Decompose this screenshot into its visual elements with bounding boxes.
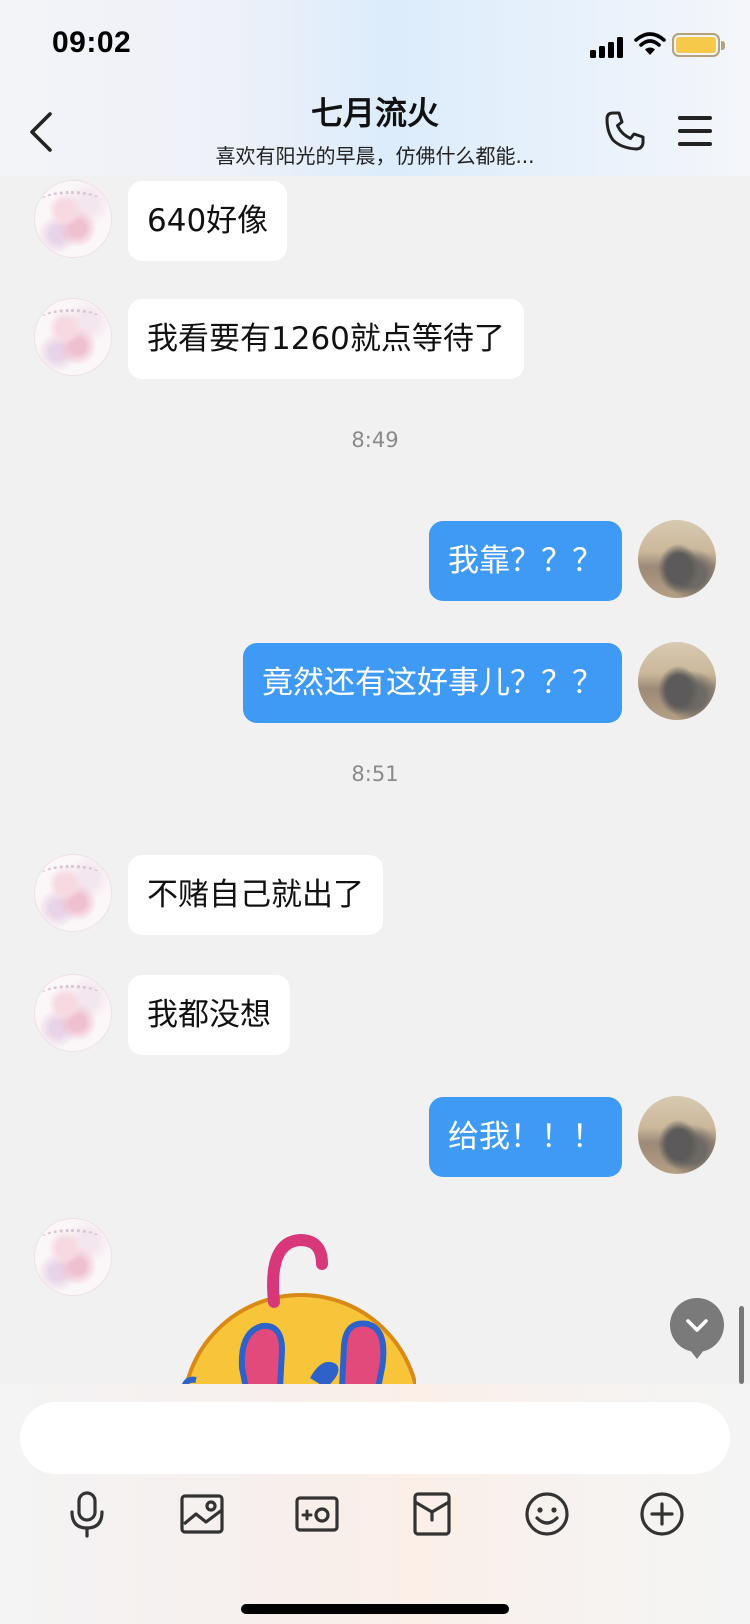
my-avatar[interactable] [638,642,716,720]
contact-avatar[interactable] [34,974,112,1052]
image-icon[interactable] [178,1490,226,1538]
message-timestamp: 8:51 [351,762,399,786]
wifi-icon [634,32,666,55]
chevron-down-icon [686,1319,708,1332]
message-bubble[interactable]: 我都没想 [128,975,290,1055]
chat-screen: 09:02 七月流火 喜欢有阳光的早晨，仿佛什么都能... 640好像 我看要有… [0,0,750,1624]
contact-avatar[interactable] [34,854,112,932]
home-indicator[interactable] [241,1604,509,1614]
message-bubble[interactable]: 640好像 [128,181,288,261]
cellular-signal-icon [590,36,626,58]
contact-avatar[interactable] [34,1218,112,1296]
message-list[interactable]: 640好像 我看要有1260就点等待了 8:49 我靠？？？ 竟然还有这好事儿？… [0,176,750,1384]
battery-icon [672,33,725,57]
message-input[interactable] [20,1402,730,1474]
message-row: 我都没想 [0,974,750,1056]
plus-icon[interactable] [638,1490,686,1538]
emoji-icon[interactable] [523,1490,571,1538]
phone-icon[interactable] [604,110,646,152]
status-time: 09:02 [52,26,132,59]
scroll-to-bottom-button[interactable] [670,1298,724,1359]
microphone-icon[interactable] [63,1490,111,1538]
chat-header: 09:02 七月流火 喜欢有阳光的早晨，仿佛什么都能... [0,0,750,176]
message-bubble[interactable]: 竟然还有这好事儿？？？ [243,643,622,723]
menu-icon[interactable] [678,116,712,146]
message-row: 不赌自己就出了 [0,854,750,936]
message-row: 给我！！！ [0,1096,750,1178]
message-row: 我靠？？？ [0,520,750,602]
contact-avatar[interactable] [34,298,112,376]
covering-eyes-emoji-sticker[interactable] [176,1228,416,1384]
my-avatar[interactable] [638,520,716,598]
message-row: 640好像 [0,180,750,262]
contact-avatar[interactable] [34,180,112,258]
message-timestamp: 8:49 [351,428,399,452]
scrollbar[interactable] [739,1306,744,1384]
message-bubble[interactable]: 我看要有1260就点等待了 [128,299,524,379]
message-bubble[interactable]: 我靠？？？ [429,521,622,601]
red-packet-icon[interactable] [408,1490,456,1538]
message-row: 我看要有1260就点等待了 [0,298,750,380]
camera-icon[interactable] [293,1490,341,1538]
message-bubble[interactable]: 给我！！！ [429,1097,622,1177]
my-avatar[interactable] [638,1096,716,1174]
input-panel [0,1384,750,1624]
message-bubble[interactable]: 不赌自己就出了 [128,855,383,935]
message-row: 竟然还有这好事儿？？？ [0,642,750,724]
